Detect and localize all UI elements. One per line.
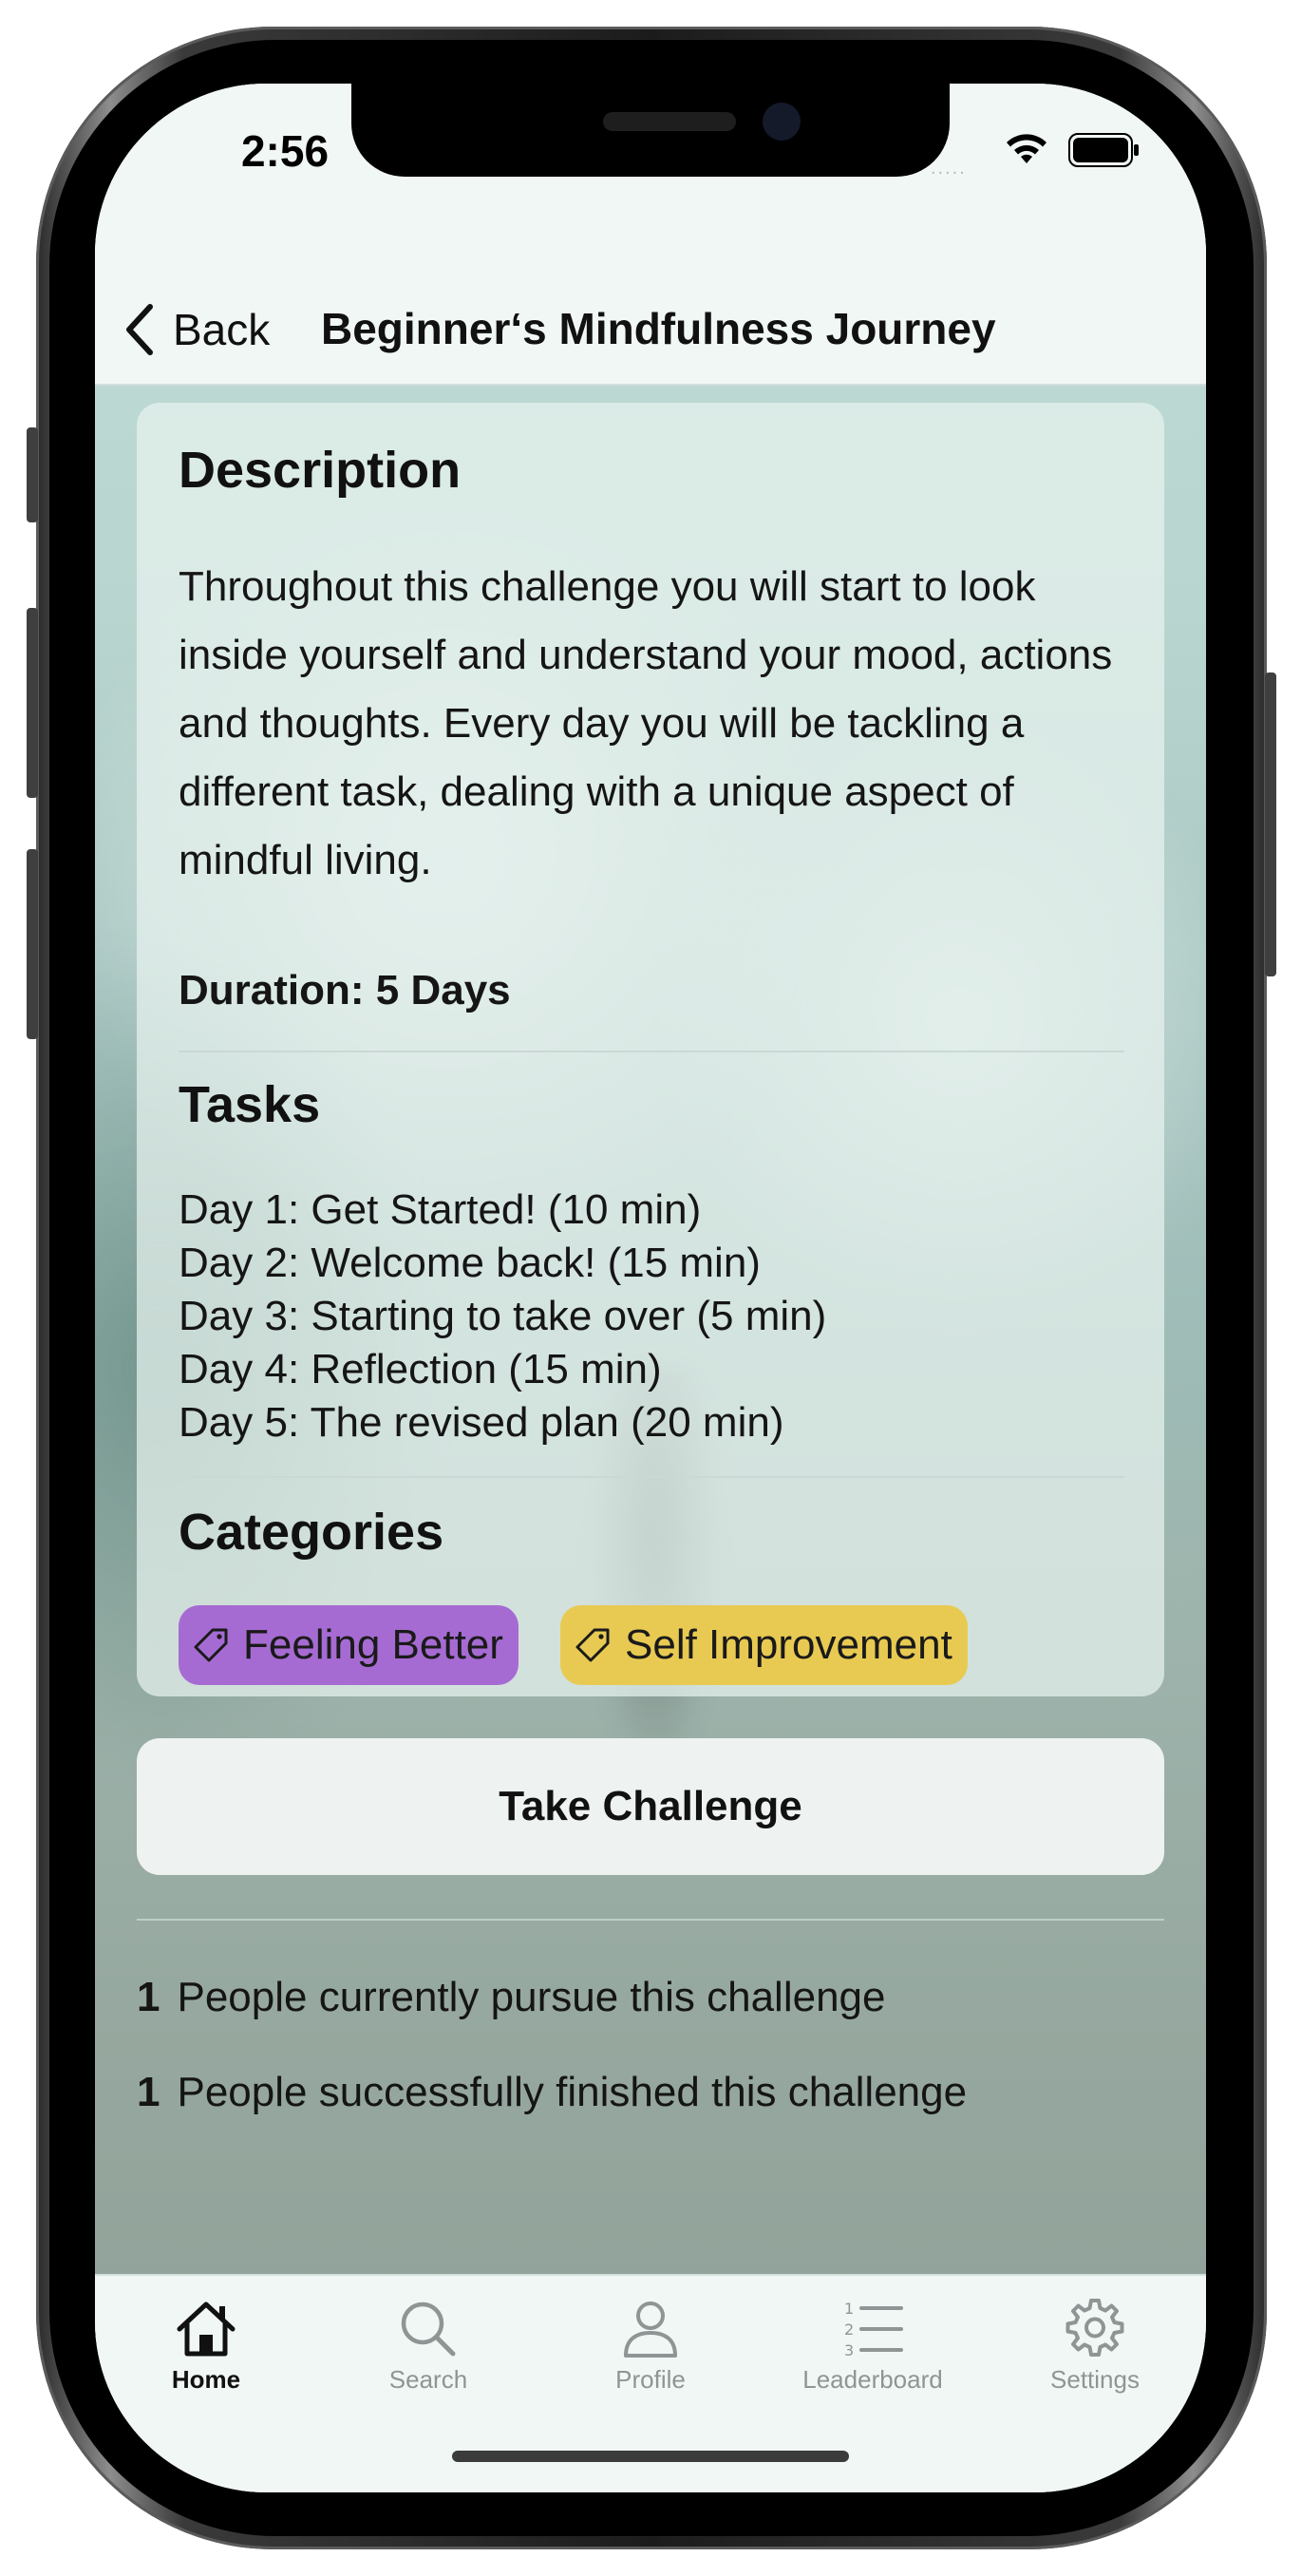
task-item: Day 2: Welcome back! (15 min) — [179, 1240, 761, 1286]
magnifier-icon — [401, 2301, 456, 2357]
tab-label: Settings — [1050, 2365, 1140, 2394]
tab-label: Leaderboard — [802, 2365, 943, 2394]
numbered-list-icon: 1 2 3 — [844, 2300, 903, 2359]
speaker-grille — [603, 112, 736, 131]
chevron-left-icon — [126, 304, 153, 355]
tab-label: Home — [171, 2365, 241, 2394]
stat-pursuing: 1 People currently pursue this challenge — [137, 1974, 886, 2021]
wifi-icon — [1007, 134, 1046, 163]
stat-label: People currently pursue this challenge — [177, 1974, 886, 2020]
task-item: Day 5: The revised plan (20 min) — [179, 1399, 784, 1446]
tab-home[interactable]: Home — [95, 2295, 317, 2409]
divider — [179, 1476, 1124, 1478]
front-camera — [763, 103, 801, 141]
mute-switch — [27, 427, 38, 522]
gear-icon — [1065, 2299, 1124, 2357]
task-item: Day 1: Get Started! (10 min) — [179, 1186, 702, 1233]
notch — [351, 84, 950, 177]
tag-icon — [194, 1628, 228, 1662]
stat-count: 1 — [137, 1974, 160, 2020]
category-label: Self Improvement — [625, 1621, 952, 1668]
tasks-heading: Tasks — [179, 1076, 321, 1133]
category-chip-feeling-better[interactable]: Feeling Better — [179, 1605, 519, 1685]
volume-down-button — [27, 849, 38, 1039]
svg-text:3: 3 — [844, 2341, 854, 2359]
divider — [137, 1919, 1164, 1921]
challenge-details-card: Description Throughout this challenge yo… — [137, 403, 1164, 1696]
status-time: 2:56 — [240, 126, 330, 176]
tab-label: Profile — [615, 2365, 686, 2394]
stat-finished: 1 People successfully finished this chal… — [137, 2069, 967, 2116]
home-indicator — [452, 2451, 849, 2462]
task-list: Day 1: Get Started! (10 min) Day 2: Welc… — [179, 1184, 826, 1449]
stat-count: 1 — [137, 2069, 160, 2115]
person-icon — [624, 2301, 677, 2358]
description-text: Throughout this challenge you will start… — [179, 563, 1113, 883]
screen: 2:56 ..... Back Beginner‘s Mindfulness J… — [95, 84, 1206, 2492]
svg-text:2: 2 — [844, 2320, 854, 2339]
category-label: Feeling Better — [243, 1621, 503, 1668]
category-chip-self-improvement[interactable]: Self Improvement — [560, 1605, 968, 1685]
page-title: Beginner‘s Mindfulness Journey — [321, 304, 996, 353]
back-label: Back — [173, 305, 271, 354]
back-button[interactable]: Back — [123, 296, 270, 363]
tab-leaderboard[interactable]: 1 2 3 Leaderboard — [762, 2295, 984, 2409]
stat-label: People successfully finished this challe… — [177, 2069, 968, 2115]
house-icon — [177, 2301, 236, 2357]
signal-dots: ..... — [931, 158, 967, 179]
power-button — [1265, 672, 1276, 976]
description-heading: Description — [179, 442, 462, 499]
svg-text:1: 1 — [844, 2300, 854, 2318]
tab-label: Search — [388, 2365, 468, 2394]
tag-icon — [575, 1628, 610, 1662]
duration-label: Duration: 5 Days — [179, 967, 511, 1013]
take-challenge-button[interactable]: Take Challenge — [137, 1738, 1164, 1875]
tab-profile[interactable]: Profile — [539, 2295, 762, 2409]
battery-icon — [1068, 133, 1139, 167]
divider — [179, 1051, 1124, 1052]
tab-search[interactable]: Search — [317, 2295, 539, 2409]
volume-up-button — [27, 608, 38, 798]
tab-settings[interactable]: Settings — [984, 2295, 1206, 2409]
categories-heading: Categories — [179, 1504, 444, 1561]
task-item: Day 3: Starting to take over (5 min) — [179, 1293, 827, 1339]
navigation-bar: Back Beginner‘s Mindfulness Journey — [95, 274, 1206, 386]
task-item: Day 4: Reflection (15 min) — [179, 1346, 662, 1392]
